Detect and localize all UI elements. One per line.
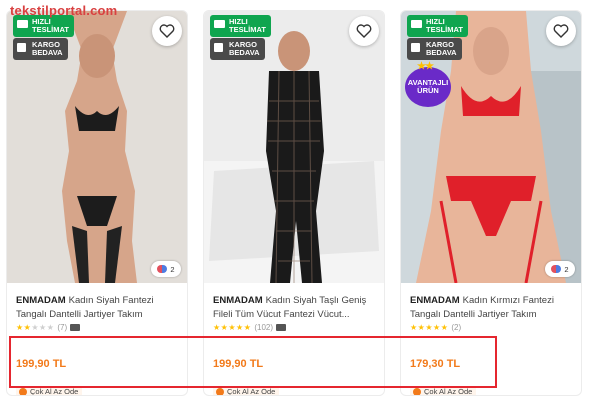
rating: ★★★★★ (7) (16, 323, 81, 332)
advantage-product-badge: ★★ AVANTAJLI ÜRÜN (405, 62, 451, 107)
rating: ★★★★★ (102) (213, 323, 287, 332)
package-icon (411, 43, 420, 52)
product-title[interactable]: ENMADAM Kadın Siyah Taşlı Geniş Fileli Tü… (213, 294, 381, 322)
fast-delivery-badge: HIZLI TESLİMAT (210, 15, 271, 37)
truck-icon (411, 20, 422, 28)
stars-icon: ★★ (417, 61, 434, 72)
color-variant-badge[interactable]: 2 (545, 261, 575, 277)
favorite-button[interactable] (152, 16, 182, 46)
heart-icon (356, 24, 372, 38)
rating: ★★★★★ (2) (410, 323, 462, 332)
product-title[interactable]: ENMADAM Kadın Kırmızı Fantezi Tangalı Dan… (410, 294, 578, 322)
truck-icon (17, 20, 28, 28)
product-image[interactable]: HIZLI TESLİMAT KARGO BEDAVA ★★ AVANTAJLI ÜRÜ… (401, 11, 581, 283)
product-image[interactable]: HIZLI TESLİMAT KARGO BEDAVA 2 (7, 11, 187, 283)
star-rating-icon: ★★★★★ (410, 323, 449, 332)
package-icon (214, 43, 223, 52)
video-icon (70, 324, 81, 331)
tag-icon (19, 388, 27, 395)
truck-icon (214, 20, 225, 28)
free-shipping-badge: KARGO BEDAVA (407, 38, 462, 60)
favorite-button[interactable] (349, 16, 379, 46)
color-variant-badge[interactable]: 2 (151, 261, 181, 277)
package-icon (17, 43, 26, 52)
heart-icon (159, 24, 175, 38)
price-highlight-box (9, 336, 497, 388)
fast-delivery-badge: HIZLI TESLİMAT (13, 15, 74, 37)
tag-icon (413, 388, 421, 395)
product-title[interactable]: ENMADAM Kadın Siyah Fantezi Tangalı Dante… (16, 294, 184, 322)
star-rating-icon: ★★★★★ (213, 323, 252, 332)
product-image[interactable]: HIZLI TESLİMAT KARGO BEDAVA (204, 11, 384, 283)
free-shipping-badge: KARGO BEDAVA (210, 38, 265, 60)
free-shipping-badge: KARGO BEDAVA (13, 38, 68, 60)
watermark: tekstilportal.com (10, 3, 118, 18)
star-rating-icon: ★★★★★ (16, 323, 55, 332)
tag-icon (216, 388, 224, 395)
video-icon (276, 324, 287, 331)
color-dots-icon (551, 265, 562, 273)
favorite-button[interactable] (546, 16, 576, 46)
product-listing: tekstilportal.com HIZLI TESLİMAT KARGO BED… (0, 0, 600, 413)
fast-delivery-badge: HIZLI TESLİMAT (407, 15, 468, 37)
color-dots-icon (157, 265, 168, 273)
heart-icon (553, 24, 569, 38)
